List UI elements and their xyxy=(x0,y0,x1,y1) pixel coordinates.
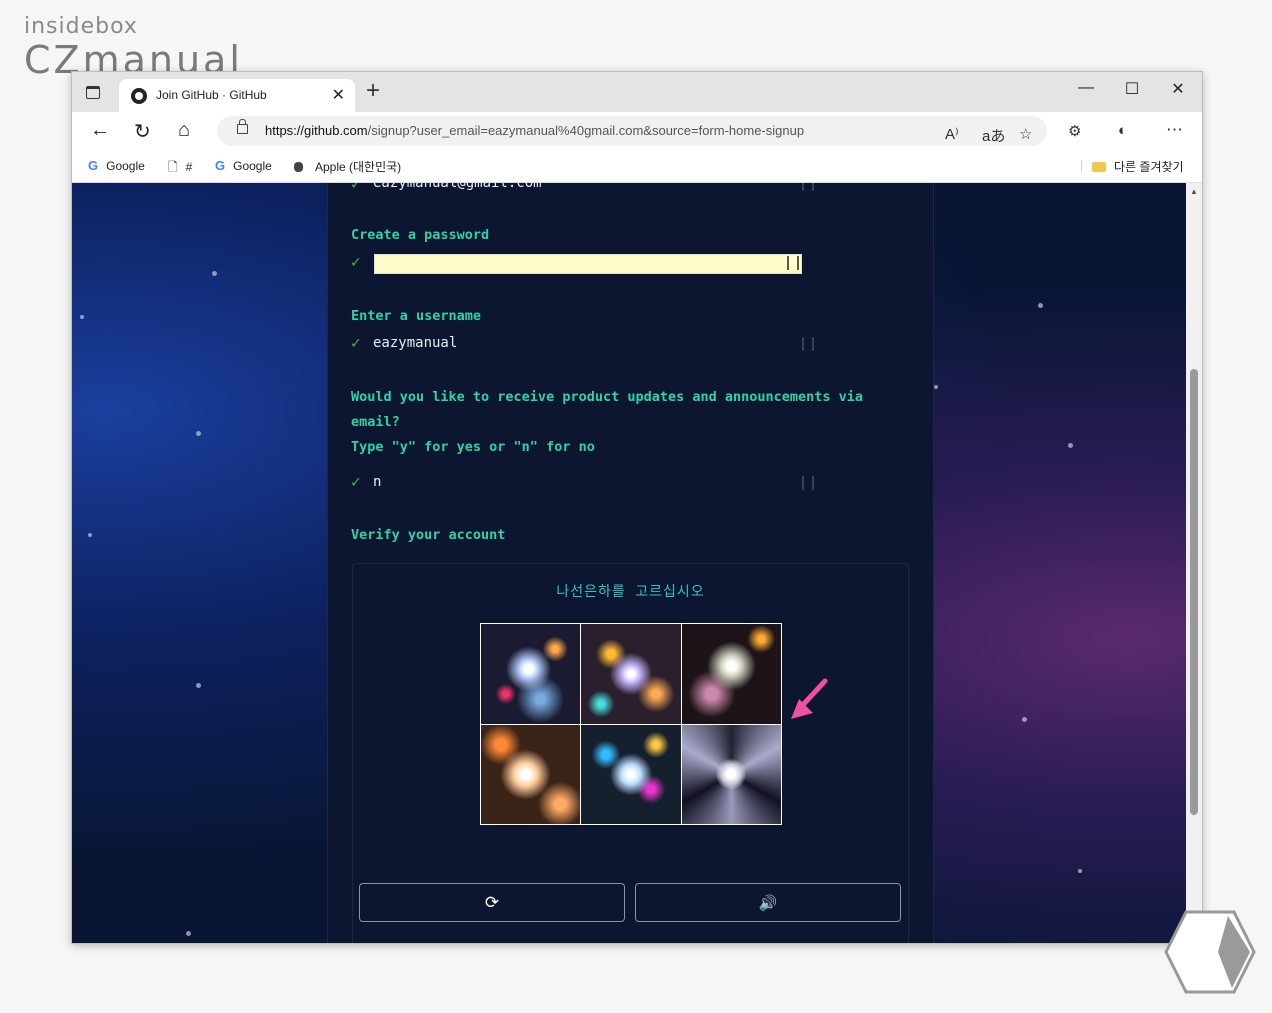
add-favorite-icon[interactable]: ☆ xyxy=(1019,125,1032,143)
address-bar[interactable]: https://github.com/signup?user_email=eaz… xyxy=(217,116,1047,146)
star xyxy=(196,431,201,436)
captcha-image-4[interactable] xyxy=(481,724,581,824)
password-check-icon: ✓ xyxy=(351,252,361,271)
translate-icon[interactable]: aあ xyxy=(982,125,1005,146)
email-value: eazymanual@gmail.com xyxy=(373,183,542,191)
updates-prompt-line2: email? xyxy=(351,414,400,430)
google-icon: G xyxy=(215,158,226,173)
bookmark-google[interactable]: G Google xyxy=(88,158,145,173)
signup-terminal-panel: ✓ eazymanual@gmail.com Create a password… xyxy=(327,183,934,943)
url-host: https://github.com xyxy=(265,123,368,138)
more-menu-icon[interactable]: ⋯ xyxy=(1166,120,1183,140)
verify-prompt: Verify your account xyxy=(351,527,506,543)
star xyxy=(1038,303,1043,308)
tab-actions-icon[interactable] xyxy=(86,86,100,99)
url-path: /signup?user_email=eazymanual%40gmail.co… xyxy=(367,123,805,138)
password-manager-icon[interactable] xyxy=(802,183,814,191)
tab-close-icon[interactable]: ✕ xyxy=(332,85,345,105)
extensions-icon[interactable]: ⚙ xyxy=(1068,122,1081,140)
github-icon xyxy=(131,88,147,104)
password-manager-icon[interactable] xyxy=(802,337,814,351)
refresh-button[interactable]: ↻ xyxy=(134,119,151,144)
tab-join-github[interactable]: Join GitHub · GitHub ✕ xyxy=(119,79,355,112)
page-scrollbar[interactable]: ▲ xyxy=(1186,183,1202,943)
star xyxy=(934,385,938,389)
star xyxy=(1068,443,1073,448)
new-tab-button[interactable]: + xyxy=(366,77,380,105)
watermark-line1: insidebox xyxy=(24,14,138,39)
apple-icon xyxy=(294,162,303,172)
captcha-image-3[interactable] xyxy=(681,624,781,724)
username-prompt: Enter a username xyxy=(351,308,482,324)
username-check-icon: ✓ xyxy=(351,333,361,352)
bookmark-hash[interactable]: 🗋 # xyxy=(168,158,192,179)
username-value[interactable]: eazymanual xyxy=(373,335,457,351)
captcha-refresh-button[interactable]: ⟳ xyxy=(359,883,625,922)
star xyxy=(80,315,84,319)
back-button[interactable]: ← xyxy=(90,119,110,142)
captcha-image-1[interactable] xyxy=(481,624,581,724)
url-text[interactable]: https://github.com/signup?user_email=eaz… xyxy=(265,123,804,138)
captcha-image-spiral-galaxy[interactable] xyxy=(681,724,781,824)
page-content: ✓ eazymanual@gmail.com Create a password… xyxy=(72,183,1186,943)
bookmark-label: Google xyxy=(233,159,272,173)
star xyxy=(88,533,92,537)
bookmark-label: Google xyxy=(106,159,145,173)
captcha-box: 나선은하를 고르십시오 ⟳ 🔊 xyxy=(352,563,909,943)
updates-check-icon: ✓ xyxy=(351,472,361,491)
star xyxy=(186,931,191,936)
email-check-icon: ✓ xyxy=(351,183,361,193)
refresh-icon: ⟳ xyxy=(484,892,500,913)
browser-toolbar: ← ↻ ⌂ https://github.com/signup?user_ema… xyxy=(72,112,1202,150)
lock-icon[interactable] xyxy=(237,119,248,134)
bookmark-google-2[interactable]: G Google xyxy=(215,158,272,173)
captcha-image-grid xyxy=(480,623,782,825)
bookmark-apple[interactable]: Apple (대한민국) xyxy=(294,158,401,175)
close-window-button[interactable]: ✕ xyxy=(1168,79,1188,99)
star xyxy=(212,271,217,276)
scroll-up-icon[interactable]: ▲ xyxy=(1186,187,1202,196)
updates-prompt-line1: Would you like to receive product update… xyxy=(351,389,864,405)
password-input[interactable] xyxy=(374,254,802,274)
star xyxy=(196,683,201,688)
updates-value[interactable]: n xyxy=(373,474,381,490)
password-manager-icon[interactable] xyxy=(787,256,799,270)
pointer-arrow-icon xyxy=(791,678,828,719)
title-bar: Join GitHub · GitHub ✕ + — ☐ ✕ xyxy=(72,72,1202,112)
watermark-hex-icon xyxy=(1164,910,1256,994)
maximize-button[interactable]: ☐ xyxy=(1122,79,1142,99)
google-icon: G xyxy=(88,158,99,173)
bookmark-label: Apple (대한민국) xyxy=(315,160,402,174)
password-prompt: Create a password xyxy=(351,227,490,243)
page-icon: 🗋 xyxy=(168,160,178,174)
captcha-image-5[interactable] xyxy=(581,724,681,824)
scrollbar-thumb[interactable] xyxy=(1190,369,1198,815)
read-aloud-icon[interactable]: A⁾ xyxy=(945,125,959,143)
captcha-instruction: 나선은하를 고르십시오 xyxy=(556,584,705,600)
browser-window: Join GitHub · GitHub ✕ + — ☐ ✕ ← ↻ ⌂ htt… xyxy=(71,71,1203,944)
browser-essentials-icon[interactable]: ◐ xyxy=(1118,122,1127,139)
minimize-button[interactable]: — xyxy=(1076,79,1096,97)
home-button[interactable]: ⌂ xyxy=(178,119,190,142)
captcha-audio-button[interactable]: 🔊 xyxy=(635,883,901,922)
favorites-divider: | xyxy=(1080,158,1084,172)
updates-prompt-line3: Type "y" for yes or "n" for no xyxy=(351,439,595,455)
star xyxy=(1078,869,1082,873)
tab-title: Join GitHub · GitHub xyxy=(156,88,267,102)
bookmark-label: # xyxy=(185,160,193,174)
audio-icon: 🔊 xyxy=(758,893,778,912)
other-favorites[interactable]: 다른 즐겨찾기 xyxy=(1092,158,1184,175)
favorites-bar: G Google 🗋 # G Google Apple (대한민국) | 다른 즐겨찾… xyxy=(72,150,1202,183)
star xyxy=(1022,717,1027,722)
captcha-image-2[interactable] xyxy=(581,624,681,724)
other-favorites-label: 다른 즐겨찾기 xyxy=(1114,160,1184,174)
folder-icon xyxy=(1092,162,1106,172)
password-manager-icon[interactable] xyxy=(802,476,814,490)
